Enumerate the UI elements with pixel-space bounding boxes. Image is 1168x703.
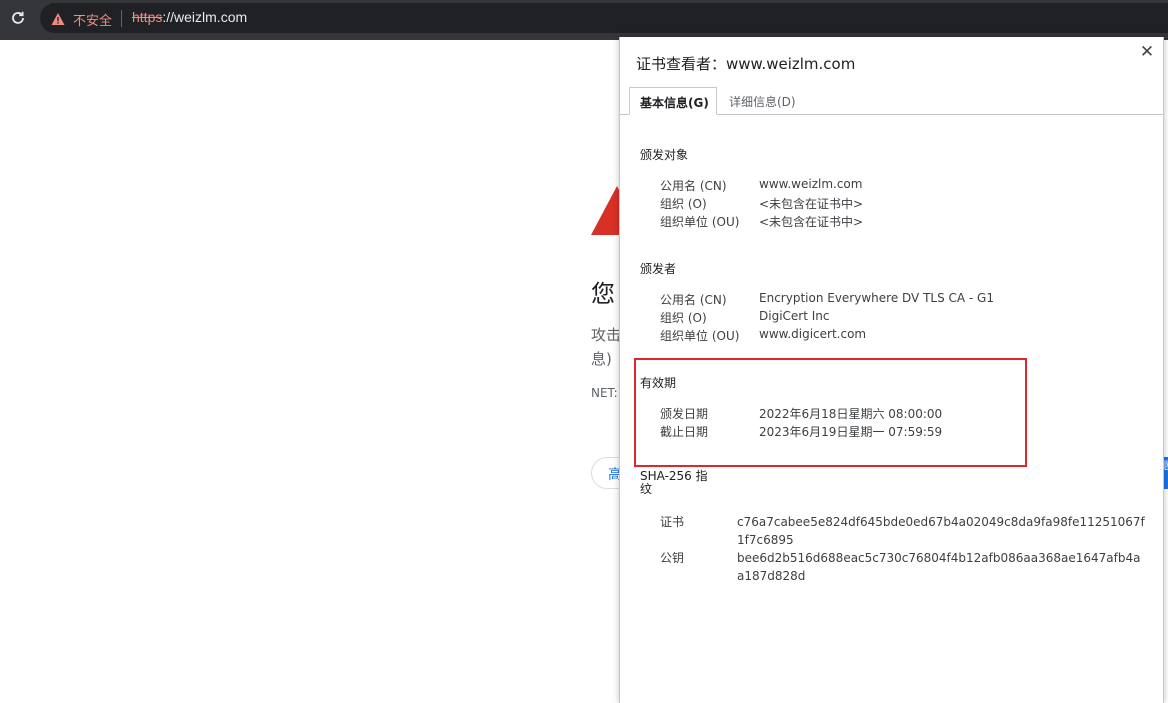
security-status-label[interactable]: 不安全 xyxy=(73,10,112,29)
field-value: www.digicert.com xyxy=(759,327,867,341)
dialog-title: 证书查看者：www.weizlm.com xyxy=(636,55,856,73)
issued-to-cn-row: 公用名 (CN) www.weizlm.com xyxy=(660,177,1140,195)
field-value: bee6d2b516d688eac5c730c76804f4b12afb086a… xyxy=(737,551,1141,583)
field-label: 公用名 (CN) xyxy=(660,179,727,193)
field-label: 组织 (O) xyxy=(660,311,707,325)
issued-to-ou-row: 组织单位 (OU) <未包含在证书中> xyxy=(660,213,1140,231)
field-value: 2022年6月18日星期六 08:00:00 xyxy=(759,407,943,421)
tab-general[interactable]: 基本信息(G) xyxy=(629,87,717,115)
field-value: Encryption Everywhere DV TLS CA - G1 xyxy=(759,291,994,305)
field-label: 公钥 xyxy=(660,551,685,565)
issued-to-title: 颁发对象 xyxy=(640,148,689,162)
fingerprints-title-line2: 纹 xyxy=(640,482,653,496)
close-icon[interactable]: ✕ xyxy=(1139,44,1155,61)
field-value: DigiCert Inc xyxy=(759,309,830,323)
error-heading: 您 xyxy=(591,280,615,308)
field-value: www.weizlm.com xyxy=(759,177,863,191)
field-label: 公用名 (CN) xyxy=(660,293,727,307)
error-description: 攻击 xyxy=(591,326,622,344)
issue-date-row: 颁发日期 2022年6月18日星期六 08:00:00 xyxy=(660,405,1140,423)
issued-by-ou-row: 组织单位 (OU) www.digicert.com xyxy=(660,327,1140,345)
url-host: ://weizlm.com xyxy=(162,9,248,25)
expiry-date-row: 截止日期 2023年6月19日星期一 07:59:59 xyxy=(660,423,1140,441)
address-bar[interactable]: 不安全 https://weizlm.com xyxy=(40,3,1168,33)
warning-triangle-icon[interactable] xyxy=(51,11,65,25)
field-label: 截止日期 xyxy=(660,425,709,439)
omnibox-divider xyxy=(121,10,122,27)
issued-to-o-row: 组织 (O) <未包含在证书中> xyxy=(660,195,1140,213)
field-label: 组织 (O) xyxy=(660,197,707,211)
field-label: 组织单位 (OU) xyxy=(660,215,740,229)
browser-toolbar: 不安全 https://weizlm.com xyxy=(0,0,1168,40)
certificate-viewer-dialog: 证书查看者：www.weizlm.com ✕ 基本信息(G) 详细信息(D) 颁… xyxy=(619,37,1164,703)
field-label: 组织单位 (OU) xyxy=(660,329,740,343)
dialog-tabs: 基本信息(G) 详细信息(D) xyxy=(620,87,1163,115)
validity-title: 有效期 xyxy=(640,376,677,390)
issued-by-o-row: 组织 (O) DigiCert Inc xyxy=(660,309,1140,327)
field-value: c76a7cabee5e824df645bde0ed67b4a02049c8da… xyxy=(737,515,1145,547)
url-scheme: https xyxy=(132,9,163,25)
field-label: 证书 xyxy=(660,515,685,529)
error-description-cont: 息) xyxy=(591,350,612,368)
field-value: <未包含在证书中> xyxy=(759,215,864,229)
fingerprints-title: SHA-256 指 纹 xyxy=(640,470,708,496)
field-value: <未包含在证书中> xyxy=(759,197,864,211)
field-value: 2023年6月19日星期一 07:59:59 xyxy=(759,425,943,439)
issued-by-title: 颁发者 xyxy=(640,262,677,276)
field-label: 颁发日期 xyxy=(660,407,709,421)
url-text[interactable]: https://weizlm.com xyxy=(132,9,247,25)
reload-icon[interactable] xyxy=(8,8,28,28)
issued-by-cn-row: 公用名 (CN) Encryption Everywhere DV TLS CA… xyxy=(660,291,1140,309)
error-code: NET: xyxy=(591,386,618,400)
tab-details[interactable]: 详细信息(D) xyxy=(719,87,806,114)
